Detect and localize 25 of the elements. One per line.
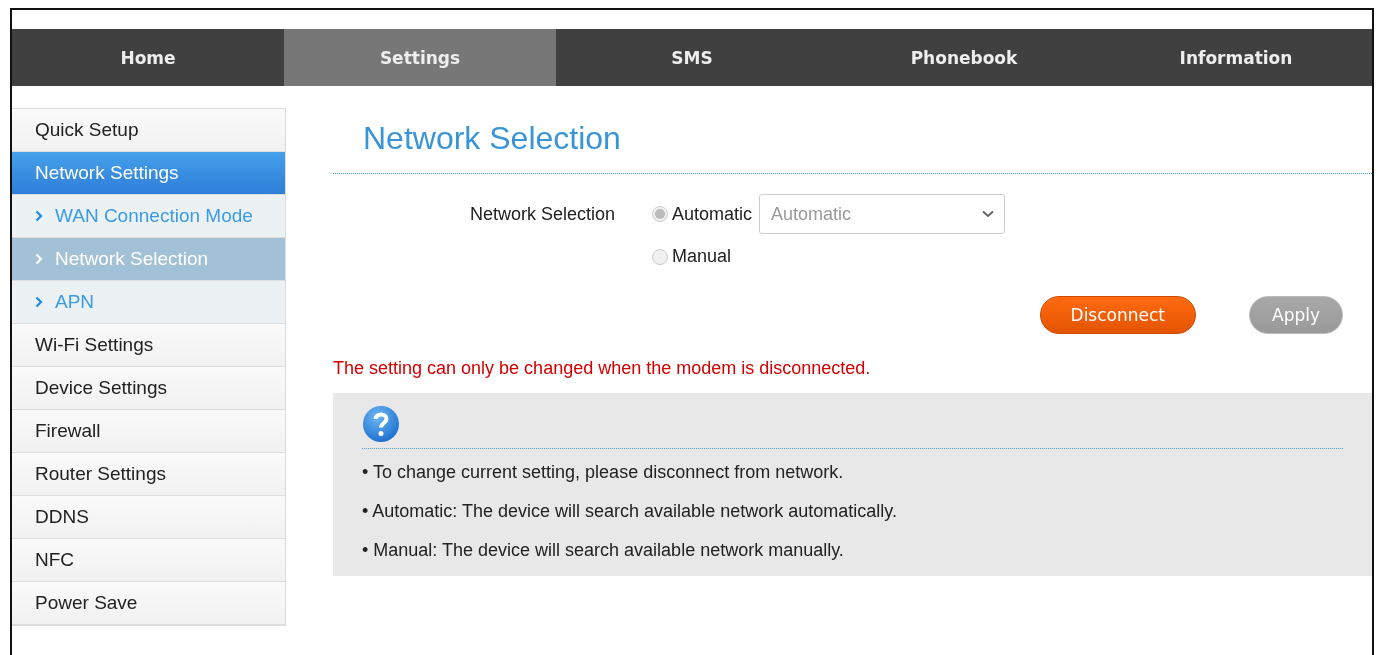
sidebar-item[interactable]: Firewall	[12, 410, 285, 453]
sidebar-subitem-label: WAN Connection Mode	[55, 205, 253, 227]
warning-text: The setting can only be changed when the modem is disconnected.	[333, 358, 872, 379]
chevron-icon	[35, 296, 43, 308]
sidebar-item[interactable]: DDNS	[12, 496, 285, 539]
radio-label: Automatic	[672, 203, 753, 225]
sidebar-item[interactable]: NFC	[12, 539, 285, 582]
field-label: Network Selection	[468, 203, 616, 225]
chevron-icon	[35, 253, 43, 265]
chevron-icon	[35, 210, 43, 222]
help-text: • Manual: The device will search available network manually.	[362, 539, 845, 562]
sidebar-subitem-label: APN	[55, 291, 95, 313]
sidebar-item[interactable]: Power Save	[12, 582, 285, 625]
nav-tab[interactable]: Settings	[284, 29, 556, 86]
sidebar-item[interactable]: Quick Setup	[12, 109, 285, 152]
page-title: Network Selection	[333, 108, 1372, 174]
sidebar-item[interactable]: Router Settings	[12, 453, 285, 496]
sidebar-item[interactable]: Wi-Fi Settings	[12, 324, 285, 367]
help-text: • To change current setting, please disconnect from network.	[362, 461, 845, 484]
sidebar-item[interactable]: Device Settings	[12, 367, 285, 410]
help-icon	[362, 405, 400, 443]
caret-icon	[982, 210, 995, 218]
radio-label: Manual	[672, 246, 732, 267]
sidebar-subitem-label: Network Selection	[55, 248, 209, 270]
help-text: • Automatic: The device will search available network automatically.	[362, 500, 898, 523]
